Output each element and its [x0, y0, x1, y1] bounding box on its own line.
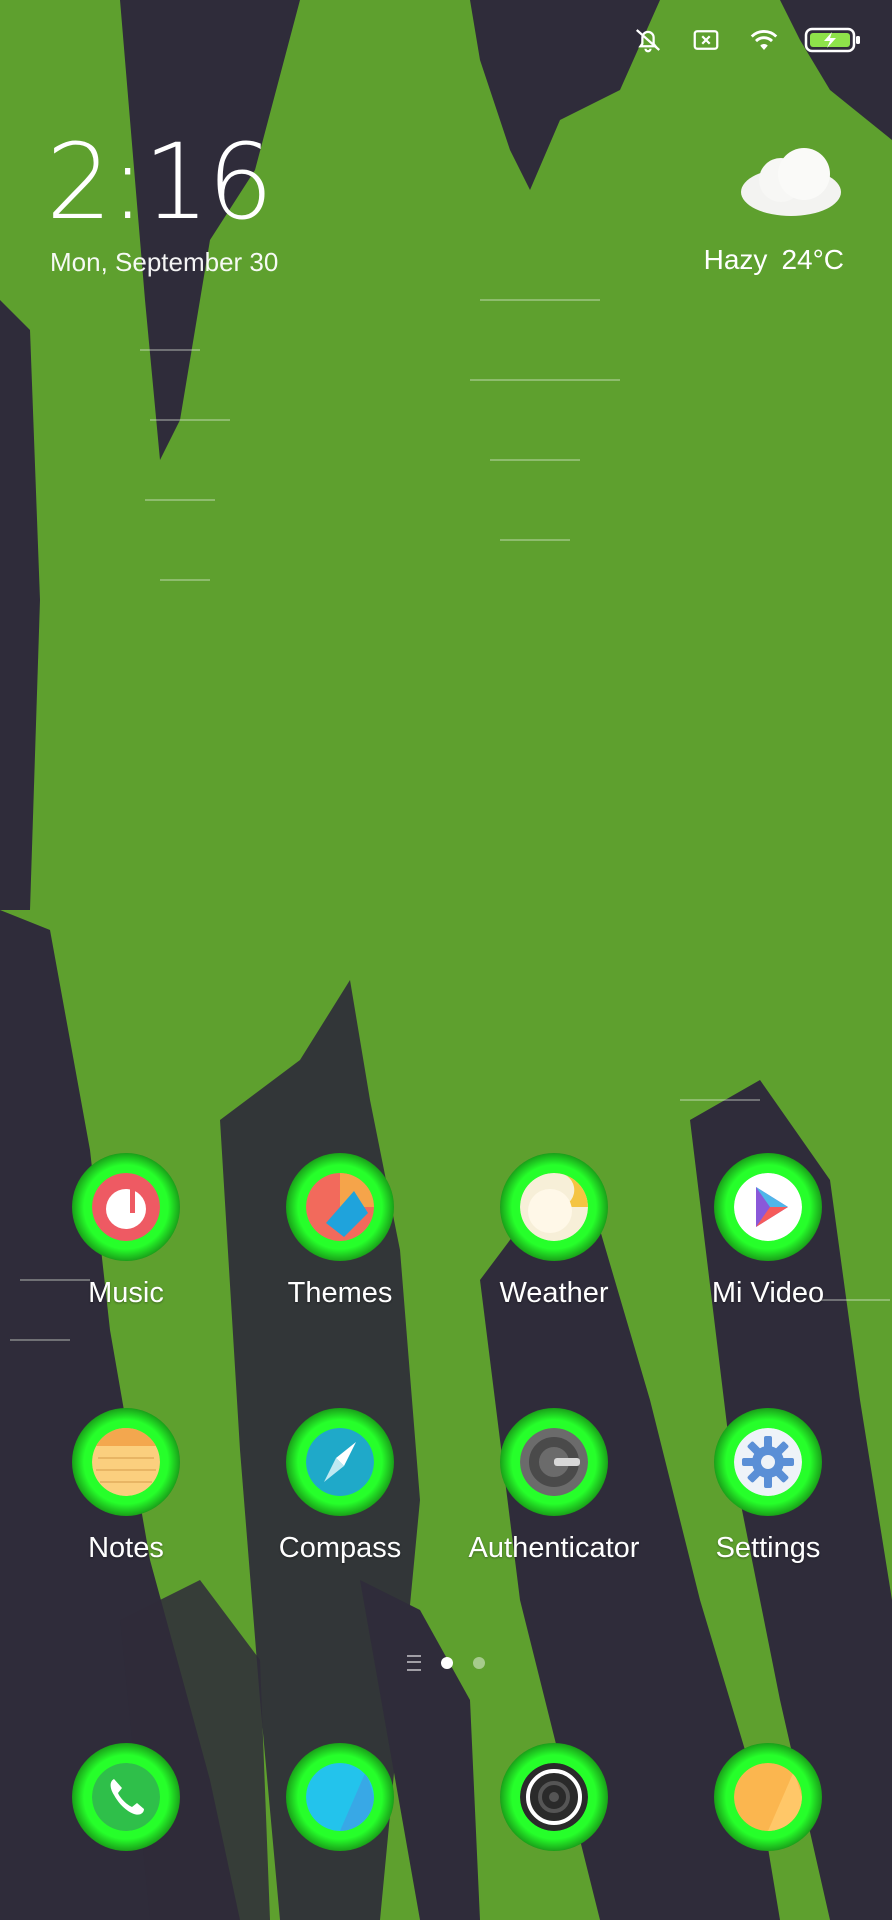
- weather-summary[interactable]: Hazy 24°C: [704, 244, 844, 276]
- messaging-icon: [734, 1763, 802, 1831]
- weather-app-icon: [520, 1173, 588, 1241]
- dock-browser[interactable]: [245, 1735, 435, 1859]
- compass-icon: [306, 1428, 374, 1496]
- camera-icon: [520, 1763, 588, 1831]
- page-indicator[interactable]: [0, 1655, 892, 1671]
- app-settings[interactable]: Settings: [673, 1400, 863, 1565]
- app-label: Mi Video: [711, 1277, 825, 1309]
- cloud-icon[interactable]: [736, 140, 846, 220]
- clock-time[interactable]: 2:16: [46, 130, 274, 234]
- wallpaper: [0, 0, 892, 1920]
- notes-icon: [92, 1428, 160, 1496]
- app-label: Authenticator: [468, 1532, 640, 1564]
- app-label: Settings: [715, 1532, 821, 1564]
- app-row: Notes Compass Authenticator Settings: [0, 1400, 892, 1600]
- app-label: Themes: [287, 1277, 393, 1309]
- app-weather[interactable]: Weather: [459, 1145, 649, 1310]
- dock-phone[interactable]: [31, 1735, 221, 1859]
- settings-icon: [734, 1428, 802, 1496]
- silent-bell-icon: [630, 22, 666, 58]
- mi-video-icon: [734, 1173, 802, 1241]
- weather-temperature: 24°C: [781, 244, 844, 275]
- app-notes[interactable]: Notes: [31, 1400, 221, 1565]
- page-dot: [473, 1657, 485, 1669]
- dock-camera[interactable]: [459, 1735, 649, 1859]
- clock-date[interactable]: Mon, September 30: [50, 247, 278, 278]
- app-label: Music: [88, 1277, 164, 1309]
- wifi-icon: [746, 22, 782, 58]
- browser-icon: [306, 1763, 374, 1831]
- status-bar: [630, 22, 862, 58]
- app-authenticator[interactable]: Authenticator: [459, 1400, 649, 1565]
- app-label: Notes: [88, 1532, 164, 1564]
- themes-icon: [306, 1173, 374, 1241]
- app-row: Music Themes Weather Mi Video: [0, 1145, 892, 1345]
- music-icon: [92, 1173, 160, 1241]
- page-dot-active: [441, 1657, 453, 1669]
- battery-charging-icon: [804, 22, 862, 58]
- no-sim-icon: [688, 22, 724, 58]
- app-themes[interactable]: Themes: [245, 1145, 435, 1310]
- app-label: Weather: [499, 1277, 609, 1309]
- app-music[interactable]: Music: [31, 1145, 221, 1310]
- phone-icon: [92, 1763, 160, 1831]
- dock: [0, 1735, 892, 1865]
- app-label: Compass: [278, 1532, 402, 1564]
- dock-messaging[interactable]: [673, 1735, 863, 1859]
- app-mi-video[interactable]: Mi Video: [673, 1145, 863, 1310]
- app-compass[interactable]: Compass: [245, 1400, 435, 1565]
- weather-condition: Hazy: [703, 244, 768, 275]
- menu-lines-icon: [407, 1655, 421, 1671]
- authenticator-icon: [520, 1428, 588, 1496]
